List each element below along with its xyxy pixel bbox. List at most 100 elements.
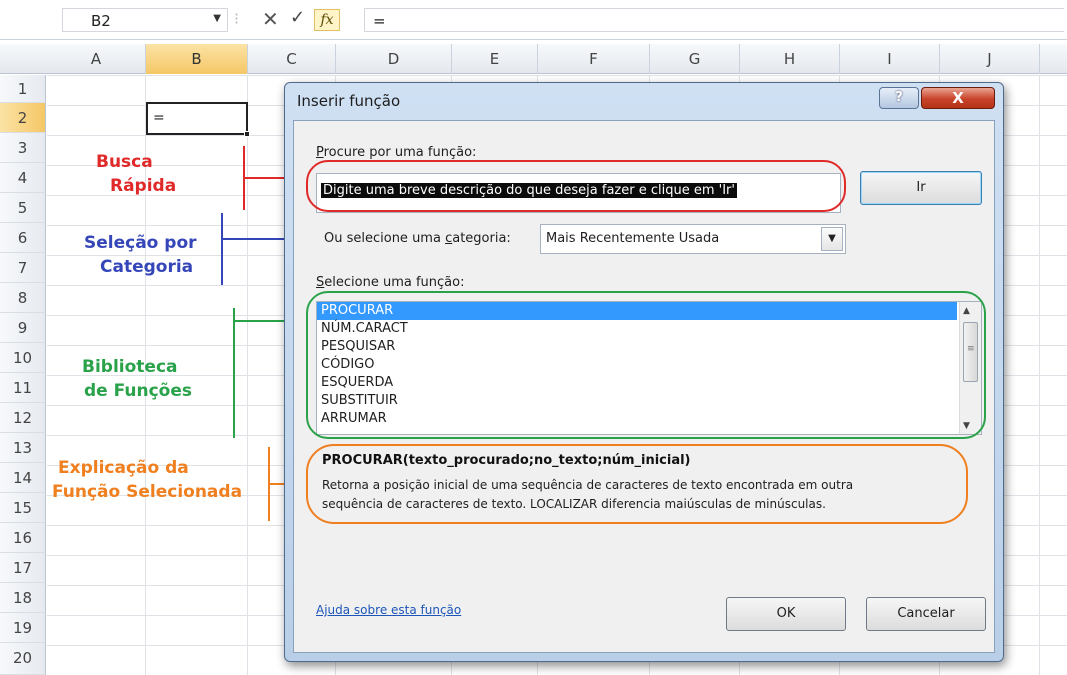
name-box-dropdown-icon[interactable]: ▼	[213, 13, 221, 24]
annotation-biblioteca-line2: de Funções	[84, 381, 192, 401]
formula-bar: B2 ▼ ⁝ ✕ ✓ fx =	[0, 0, 1067, 40]
category-label: Ou selecione uma categoria:	[324, 231, 511, 246]
category-select[interactable]: Mais Recentemente Usada ▼	[540, 224, 846, 254]
row-header-14[interactable]: 14	[0, 463, 46, 493]
active-cell-value: =	[153, 110, 165, 126]
annotation-bracket-blue	[221, 213, 223, 285]
formula-buttons: ⁝ ✕ ✓ fx	[234, 7, 354, 33]
column-header-f[interactable]: F	[538, 44, 650, 74]
function-list-item[interactable]: ARRUMAR	[317, 410, 981, 428]
separator-icon: ⁝	[234, 9, 240, 28]
row-header-2[interactable]: 2	[0, 103, 46, 133]
annotation-explicacao: Explicação da Função Selecionada	[52, 456, 243, 504]
active-cell-b2[interactable]: =	[146, 102, 250, 137]
column-header-i[interactable]: I	[840, 44, 940, 74]
function-list-item[interactable]: NÚM.CARACT	[317, 320, 981, 338]
column-header-d[interactable]: D	[336, 44, 452, 74]
row-header-9[interactable]: 9	[0, 313, 46, 343]
function-syntax: PROCURAR(texto_procurado;no_texto;núm_in…	[322, 453, 691, 468]
fill-handle[interactable]	[244, 131, 250, 137]
row-header-8[interactable]: 8	[0, 283, 46, 313]
search-input[interactable]: Digite uma breve descrição do que deseja…	[316, 173, 841, 213]
help-icon: ?	[895, 90, 903, 105]
close-icon: X	[952, 89, 964, 107]
annotation-biblioteca-funcoes: Biblioteca de Funções	[82, 355, 192, 403]
dialog-title: Inserir função	[297, 92, 401, 110]
column-header-h[interactable]: H	[740, 44, 840, 74]
category-label-pre: Ou selecione uma	[324, 231, 446, 246]
category-label-post: ategoria:	[452, 231, 511, 246]
row-header-3[interactable]: 3	[0, 133, 46, 163]
function-list-scrollbar[interactable]: ▲ ≡ ▼	[959, 302, 981, 434]
column-header-c[interactable]: C	[248, 44, 336, 74]
column-header-g[interactable]: G	[650, 44, 740, 74]
search-label-text: rocure por uma função:	[323, 145, 477, 160]
enter-icon[interactable]: ✓	[290, 7, 305, 28]
annotation-busca-line2: Rápida	[110, 176, 177, 196]
row-header-15[interactable]: 15	[0, 493, 46, 523]
annotation-busca-rapida: Busca Rápida	[96, 150, 176, 198]
row-header-6[interactable]: 6	[0, 223, 46, 253]
annotation-selecao-line2: Categoria	[100, 257, 194, 277]
annotation-bracket-green	[233, 308, 235, 438]
function-description-line1: Retorna a posição inicial de uma sequênc…	[322, 478, 854, 492]
cancel-button[interactable]: Cancelar	[866, 597, 986, 631]
annotation-selecao-line1: Seleção por	[84, 233, 197, 253]
row-header-7[interactable]: 7	[0, 253, 46, 283]
annotation-selecao-categoria: Seleção por Categoria	[84, 231, 197, 279]
scrollbar-thumb[interactable]: ≡	[963, 322, 978, 382]
row-header-13[interactable]: 13	[0, 433, 46, 463]
row-header-20[interactable]: 20	[0, 643, 46, 675]
annotation-explicacao-line1: Explicação da	[58, 458, 189, 478]
dialog-body: Procure por uma função: Digite uma breve…	[293, 120, 995, 653]
function-label-text: elecione uma função:	[324, 275, 465, 290]
function-description-line2: sequência de caracteres de texto. LOCALI…	[322, 497, 826, 511]
insert-function-icon[interactable]: fx	[314, 9, 340, 31]
function-list-item[interactable]: ESQUERDA	[317, 374, 981, 392]
column-header-a[interactable]: A	[47, 44, 146, 74]
row-header-12[interactable]: 12	[0, 403, 46, 433]
row-header-10[interactable]: 10	[0, 343, 46, 373]
column-header-e[interactable]: E	[452, 44, 538, 74]
row-header-11[interactable]: 11	[0, 373, 46, 403]
annotation-biblioteca-line1: Biblioteca	[82, 357, 178, 377]
grip-icon: ≡	[967, 344, 975, 354]
column-header-b[interactable]: B	[146, 44, 248, 74]
row-header-19[interactable]: 19	[0, 613, 46, 643]
name-box[interactable]: B2 ▼	[62, 8, 228, 32]
annotation-busca-line1: Busca	[96, 152, 153, 172]
search-input-value: Digite uma breve descrição do que deseja…	[321, 183, 737, 198]
row-header-18[interactable]: 18	[0, 583, 46, 613]
close-button[interactable]: X	[921, 87, 995, 109]
scroll-up-icon[interactable]: ▲	[963, 306, 970, 316]
search-label-accesskey: P	[316, 145, 324, 160]
chevron-down-icon[interactable]: ▼	[821, 227, 843, 251]
row-header-5[interactable]: 5	[0, 193, 46, 223]
help-link[interactable]: Ajuda sobre esta função	[316, 603, 461, 617]
formula-input[interactable]: =	[364, 8, 1064, 32]
ok-button[interactable]: OK	[726, 597, 846, 631]
function-list-item[interactable]: SUBSTITUIR	[317, 392, 981, 410]
row-header-1[interactable]: 1	[0, 75, 46, 103]
cancel-icon[interactable]: ✕	[262, 7, 279, 31]
function-list[interactable]: PROCURAR NÚM.CARACT PESQUISAR CÓDIGO ESQ…	[316, 301, 982, 435]
function-description: Retorna a posição inicial de uma sequênc…	[322, 476, 972, 514]
search-label: Procure por uma função:	[316, 145, 476, 160]
function-label: Selecione uma função:	[316, 275, 464, 290]
function-list-item[interactable]: CÓDIGO	[317, 356, 981, 374]
row-header-4[interactable]: 4	[0, 163, 46, 193]
category-select-value: Mais Recentemente Usada	[546, 231, 720, 246]
function-list-item[interactable]: PESQUISAR	[317, 338, 981, 356]
scroll-down-icon[interactable]: ▼	[963, 421, 970, 431]
name-box-value: B2	[91, 12, 111, 30]
insert-function-dialog: Inserir função ? X Procure por uma funçã…	[284, 82, 1004, 662]
row-header-17[interactable]: 17	[0, 553, 46, 583]
function-list-item[interactable]: PROCURAR	[317, 302, 957, 320]
column-headers: A B C D E F G H I J	[0, 44, 1067, 74]
go-button[interactable]: Ir	[860, 171, 982, 205]
row-header-16[interactable]: 16	[0, 523, 46, 553]
help-button[interactable]: ?	[879, 87, 919, 109]
annotation-explicacao-line2: Função Selecionada	[52, 482, 243, 502]
column-header-j[interactable]: J	[940, 44, 1040, 74]
formula-content: =	[373, 12, 386, 30]
